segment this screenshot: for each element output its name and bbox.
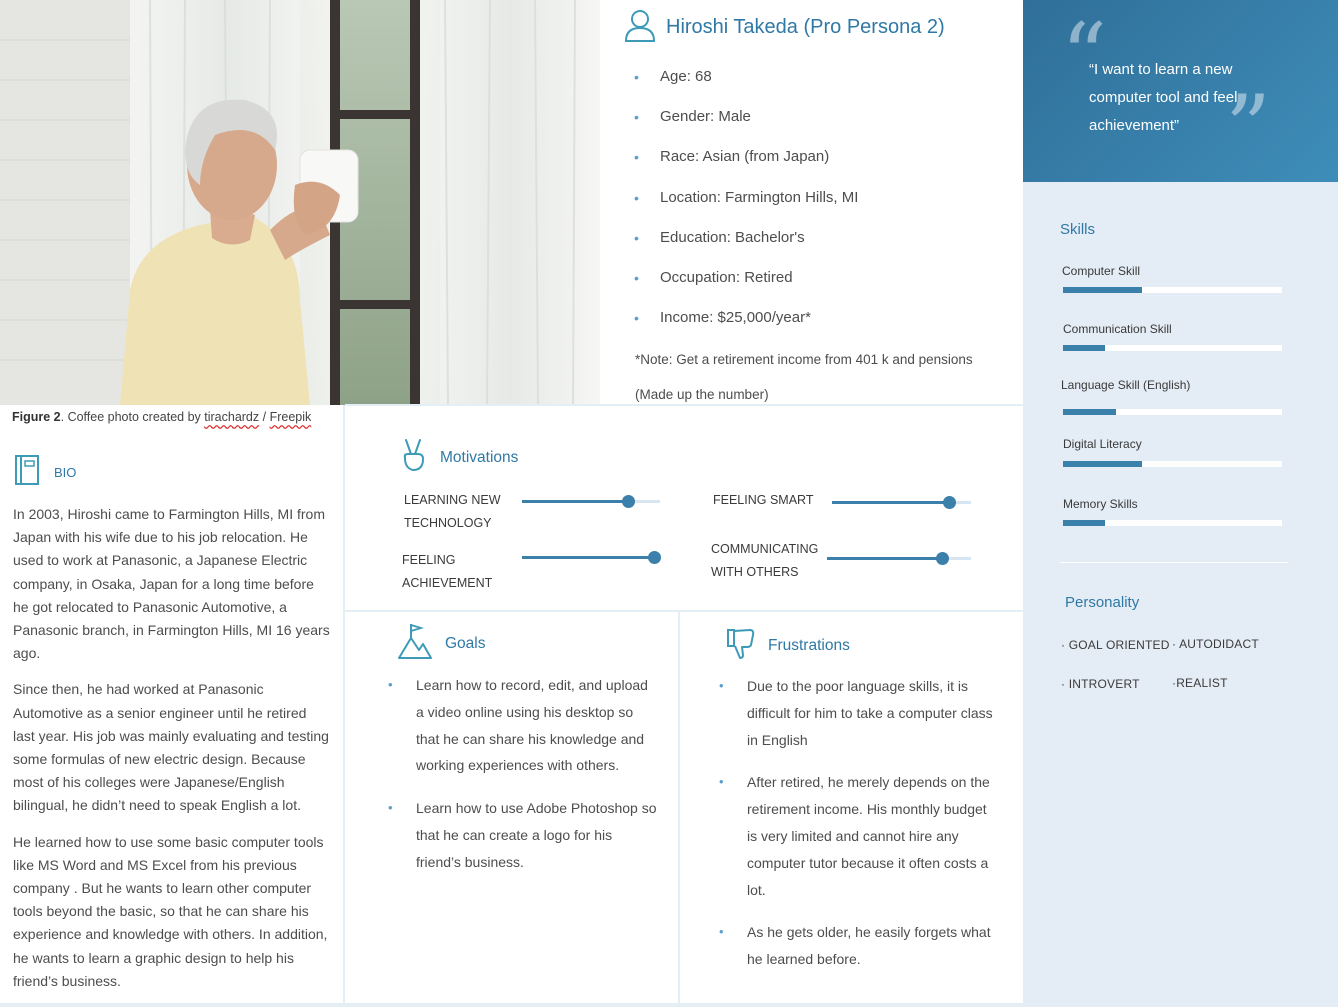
motivation-label: LEARNING NEW TECHNOLOGY bbox=[404, 489, 501, 535]
skill-fill bbox=[1063, 520, 1105, 526]
mountain-flag-icon bbox=[397, 622, 433, 665]
motivation-label-line: COMMUNICATING bbox=[711, 542, 819, 556]
bio-title: BIO bbox=[54, 465, 77, 480]
demographic-item: Age: 68 bbox=[634, 62, 858, 102]
personality-trait: · AUTODIDACT bbox=[1172, 637, 1259, 651]
income-note: *Note: Get a retirement income from 401 … bbox=[635, 352, 973, 402]
sidebar-divider bbox=[1060, 562, 1288, 563]
skill-fill bbox=[1063, 345, 1105, 351]
motivations-header: Motivations bbox=[400, 438, 518, 477]
quote-box: “ ” “I want to learn a new computer tool… bbox=[1023, 0, 1338, 182]
goals-list: Learn how to record, edit, and upload a … bbox=[388, 672, 658, 892]
skills-title: Skills bbox=[1060, 221, 1096, 238]
demographic-item: Location: Farmington Hills, MI bbox=[634, 183, 858, 223]
goal-item: Learn how to use Adobe Photoshop so that… bbox=[388, 795, 658, 875]
photo-caption: Figure 2. Coffee photo created by tirach… bbox=[12, 410, 311, 424]
motivation-fill bbox=[522, 500, 629, 503]
skill-label: Communication Skill bbox=[1063, 322, 1172, 336]
motivation-label: COMMUNICATING WITH OTHERS bbox=[711, 538, 818, 584]
demographic-item: Occupation: Retired bbox=[634, 263, 858, 303]
motivation-knob bbox=[942, 496, 956, 509]
bio-paragraph: He learned how to use some basic compute… bbox=[13, 833, 328, 989]
goal-item: Learn how to record, edit, and upload a … bbox=[388, 672, 658, 779]
motivation-slider bbox=[832, 496, 971, 509]
personality-title: Personality bbox=[1065, 594, 1140, 611]
figure-label: Figure 2 bbox=[12, 410, 61, 424]
personality-trait: ·REALIST bbox=[1172, 676, 1228, 690]
demographic-item: Income: $25,000/year* bbox=[634, 303, 858, 343]
bio-paragraph: In 2003, Hiroshi came to Farmington Hill… bbox=[13, 506, 330, 662]
frustrations-list: Due to the poor language skills, it is d… bbox=[719, 673, 999, 989]
personality-trait: · GOAL ORIENTED bbox=[1061, 638, 1170, 652]
book-icon bbox=[14, 454, 40, 491]
persona-name: Hiroshi Takeda (Pro Persona 2) bbox=[666, 16, 945, 38]
skill-bar bbox=[1063, 409, 1282, 415]
user-icon bbox=[624, 8, 656, 47]
frustration-item: As he gets older, he easily forgets what… bbox=[719, 919, 999, 973]
motivation-knob bbox=[622, 495, 636, 508]
caption-source: Freepik bbox=[269, 410, 312, 424]
skill-fill bbox=[1063, 461, 1142, 467]
motivation-label: FEELING ACHIEVEMENT bbox=[402, 549, 492, 595]
skill-bar bbox=[1063, 345, 1282, 351]
motivation-label-line: FEELING SMART bbox=[713, 493, 814, 507]
caption-text: . Coffee photo created by bbox=[60, 410, 205, 424]
skill-label: Language Skill (English) bbox=[1061, 378, 1191, 392]
frustrations-title: Frustrations bbox=[768, 636, 850, 654]
personality-trait: · INTROVERT bbox=[1061, 677, 1140, 691]
demographic-item: Race: Asian (from Japan) bbox=[634, 142, 858, 182]
frustrations-header: Frustrations bbox=[726, 626, 850, 665]
skill-bar bbox=[1063, 520, 1282, 526]
divider bbox=[345, 610, 1023, 612]
motivation-label: FEELING SMART bbox=[713, 489, 813, 512]
motivation-knob bbox=[936, 552, 950, 565]
motivation-slider bbox=[522, 551, 662, 564]
motivation-label-line: WITH OTHERS bbox=[711, 565, 799, 579]
sidebar: Skills Computer Skill Communication Skil… bbox=[1023, 182, 1338, 1007]
thumbs-down-icon bbox=[726, 626, 756, 665]
motivation-label-line: FEELING bbox=[402, 553, 456, 567]
persona-photo bbox=[0, 0, 600, 405]
divider bbox=[343, 405, 345, 1007]
motivation-slider bbox=[522, 495, 660, 508]
divider bbox=[678, 612, 680, 1007]
motivation-fill bbox=[522, 556, 655, 559]
motivation-label-line: TECHNOLOGY bbox=[404, 516, 492, 530]
skill-label: Memory Skills bbox=[1063, 497, 1138, 511]
frustration-item: Due to the poor language skills, it is d… bbox=[719, 673, 999, 753]
divider bbox=[345, 404, 1023, 406]
bio-header: BIO bbox=[14, 454, 76, 491]
skill-label: Computer Skill bbox=[1062, 264, 1141, 278]
goals-header: Goals bbox=[397, 622, 486, 665]
goals-title: Goals bbox=[445, 634, 486, 652]
caption-separator: / bbox=[259, 410, 270, 424]
photo-illustration bbox=[0, 0, 600, 405]
motivation-fill bbox=[827, 557, 943, 560]
demographics-list: Age: 68 Gender: Male Race: Asian (from J… bbox=[634, 62, 858, 343]
motivation-fill bbox=[832, 501, 949, 504]
frustration-item: After retired, he merely depends on the … bbox=[719, 769, 999, 903]
demographic-item: Gender: Male bbox=[634, 102, 858, 142]
motivation-slider bbox=[827, 552, 971, 565]
bio-text: In 2003, Hiroshi came to Farmington Hill… bbox=[13, 503, 331, 1006]
skill-bar bbox=[1063, 287, 1282, 293]
skill-fill bbox=[1063, 409, 1116, 415]
motivations-title: Motivations bbox=[440, 448, 519, 466]
skill-bar bbox=[1063, 461, 1282, 467]
skill-label: Digital Literacy bbox=[1063, 437, 1142, 451]
motivation-knob bbox=[648, 551, 662, 564]
motivation-label-line: ACHIEVEMENT bbox=[402, 576, 493, 590]
quote-text: “I want to learn a new computer tool and… bbox=[1089, 61, 1238, 134]
caption-author: tirachardz bbox=[204, 410, 260, 424]
motivation-label-line: LEARNING NEW bbox=[404, 493, 501, 507]
skill-fill bbox=[1063, 287, 1142, 293]
peace-hand-icon bbox=[400, 438, 428, 477]
demographic-item: Education: Bachelor's bbox=[634, 223, 858, 263]
persona-header: Hiroshi Takeda (Pro Persona 2) bbox=[624, 8, 945, 47]
bio-paragraph: Since then, he had worked at Panasonic A… bbox=[13, 681, 329, 814]
